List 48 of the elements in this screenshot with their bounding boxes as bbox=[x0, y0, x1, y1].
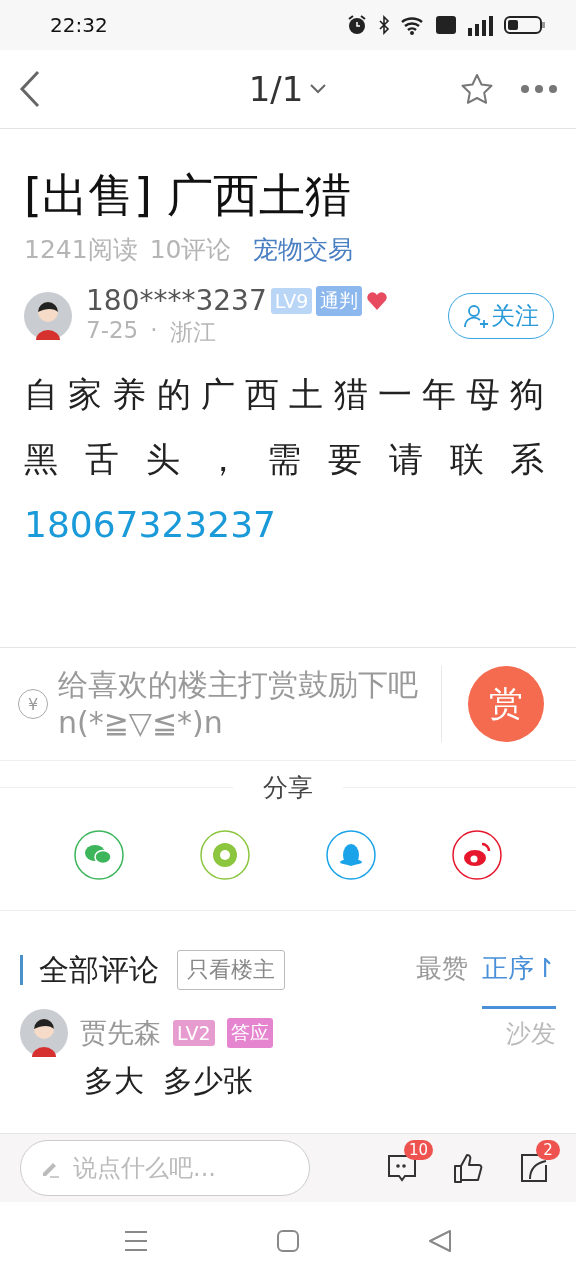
signal-icon bbox=[466, 14, 494, 36]
user-tag: LV2 bbox=[173, 1020, 215, 1046]
separator-dot: · bbox=[150, 317, 158, 345]
post-title: [出售] 广西土猎 bbox=[24, 167, 352, 224]
comment-input[interactable]: 说点什么吧... bbox=[20, 1140, 310, 1196]
comment-text: 多大 多少张 bbox=[83, 1062, 255, 1100]
user-tag: 通判 bbox=[316, 285, 363, 316]
phone-link[interactable]: 18067323237 bbox=[24, 492, 276, 557]
add-user-icon bbox=[463, 303, 489, 329]
user-tag: 答应 bbox=[226, 1018, 273, 1048]
wechat-icon[interactable] bbox=[74, 830, 124, 880]
back-icon[interactable] bbox=[18, 70, 42, 108]
read-count: 1241阅读 bbox=[24, 234, 138, 266]
sort-tab[interactable]: 最赞 bbox=[416, 951, 469, 1009]
alarm-icon bbox=[346, 14, 368, 36]
username: 180****3237 bbox=[86, 284, 267, 317]
star-icon[interactable] bbox=[460, 73, 494, 105]
count-badge: 10 bbox=[404, 1140, 434, 1160]
category-link[interactable]: 宠物交易 bbox=[253, 233, 354, 266]
bluetooth-icon bbox=[378, 15, 390, 35]
home-icon[interactable] bbox=[277, 1230, 299, 1252]
sort-tab[interactable]: 正序↾ bbox=[482, 951, 556, 1009]
avatar bbox=[20, 1009, 68, 1057]
share-title: 分享 bbox=[263, 772, 313, 804]
floor-label: 沙发 bbox=[506, 1017, 556, 1050]
battery-icon bbox=[504, 15, 546, 35]
reward-button[interactable]: 赏 bbox=[468, 666, 544, 742]
avatar bbox=[24, 292, 72, 340]
page-selector[interactable]: 1/1 bbox=[248, 69, 328, 109]
comments-heading: 全部评论 bbox=[20, 955, 159, 985]
post-body: 自家养的广西土猎一年母狗黑舌头，需要请联系 bbox=[24, 373, 554, 481]
count-badge: 2 bbox=[536, 1140, 560, 1160]
more-icon[interactable] bbox=[520, 84, 558, 94]
user-tag: LV9 bbox=[270, 287, 313, 314]
weibo-icon[interactable] bbox=[452, 830, 502, 880]
comment-count: 10评论 bbox=[149, 234, 232, 266]
owner-only-filter[interactable]: 只看楼主 bbox=[177, 950, 285, 990]
thumbs-up-icon[interactable] bbox=[452, 1152, 484, 1184]
menu-icon[interactable] bbox=[124, 1230, 149, 1252]
reward-prompt: 给喜欢的楼主打赏鼓励下吧n(*≧▽≦*)n bbox=[58, 666, 442, 742]
penguin-icon[interactable] bbox=[326, 830, 376, 880]
heart-icon bbox=[366, 290, 389, 311]
status-time: 22:32 bbox=[50, 13, 108, 37]
commenter-name: 贾先森 bbox=[80, 1016, 161, 1050]
back-icon[interactable] bbox=[427, 1229, 452, 1253]
post-date: 7-25 bbox=[86, 317, 139, 345]
chevron-down-icon bbox=[309, 83, 328, 95]
location: 浙江 bbox=[169, 318, 216, 347]
